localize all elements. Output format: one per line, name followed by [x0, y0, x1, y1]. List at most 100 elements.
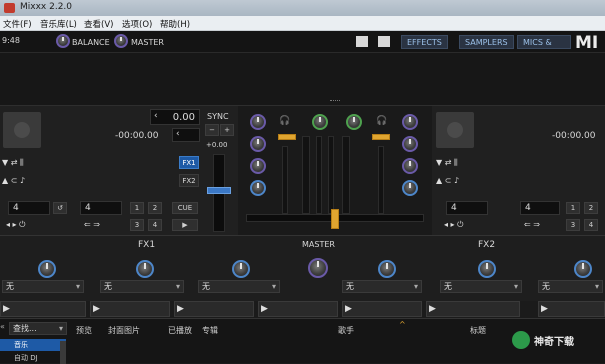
- hotcue-2-right[interactable]: 2: [584, 202, 598, 214]
- loop-size-left[interactable]: 4: [8, 201, 50, 215]
- mic-icon[interactable]: [356, 36, 368, 47]
- mics-aux-button[interactable]: MICS & AUX: [517, 35, 571, 49]
- volume-fader-ch2[interactable]: [342, 136, 350, 214]
- hotcue-2-left[interactable]: 2: [148, 202, 162, 214]
- fx2-unit-label: FX2: [478, 240, 496, 250]
- pitch-up[interactable]: +: [220, 124, 234, 136]
- crossfader[interactable]: [246, 209, 424, 229]
- library-scrollbar[interactable]: [60, 341, 66, 364]
- eq-mid-knob-ch1[interactable]: [250, 158, 266, 174]
- title-bar: Mixxx 2.2.0: [0, 0, 605, 16]
- fx1-slot2-select[interactable]: 无: [100, 280, 184, 293]
- app-icon: [4, 3, 15, 13]
- right-ctrl-row1[interactable]: ▼ ⇄ ⫼: [436, 158, 458, 168]
- hotcue-4-left[interactable]: 4: [148, 219, 162, 231]
- splitter-handle[interactable]: [330, 100, 340, 103]
- fx1-assign-left[interactable]: FX1: [179, 156, 199, 169]
- tree-item-music[interactable]: 音乐: [0, 339, 66, 351]
- fx2-slot2-knob[interactable]: [478, 260, 496, 278]
- sampler-2[interactable]: ▶: [90, 301, 170, 317]
- hotcue-1-right[interactable]: 1: [566, 202, 580, 214]
- menu-library[interactable]: 音乐库(L): [40, 18, 77, 30]
- cover-art-right: [436, 112, 474, 148]
- loop-controls-left[interactable]: ◂ ▸ ⏻: [6, 220, 25, 230]
- headphone-icon-ch2[interactable]: 🎧: [376, 116, 387, 126]
- fx1-slot1-knob[interactable]: [38, 260, 56, 278]
- pitch-fader-handle[interactable]: [207, 187, 231, 194]
- gain-knob-ch1[interactable]: [250, 114, 266, 130]
- col-album[interactable]: 专辑: [202, 325, 218, 336]
- headphone-icon-ch1[interactable]: 🎧: [279, 116, 290, 126]
- fx2-assign-left[interactable]: FX2: [179, 174, 199, 187]
- balance-knob[interactable]: [56, 34, 70, 48]
- sync-button[interactable]: SYNC: [207, 112, 229, 121]
- col-cover[interactable]: 封面图片: [108, 325, 140, 336]
- sampler-5[interactable]: ▶: [342, 301, 422, 317]
- fx1-slot2-knob[interactable]: [136, 260, 154, 278]
- effects-button[interactable]: EFFECTS: [401, 35, 448, 49]
- menu-view[interactable]: 查看(V): [84, 18, 113, 30]
- samplers-button[interactable]: SAMPLERS: [459, 35, 514, 49]
- volume-fader-ch1[interactable]: [302, 136, 310, 214]
- sampler-7[interactable]: ▶: [538, 301, 605, 317]
- filter-knob-ch2[interactable]: [346, 114, 362, 130]
- fx-mix-knob[interactable]: [308, 258, 328, 278]
- col-title[interactable]: 标题: [470, 325, 486, 336]
- vinyl-control-icon[interactable]: [378, 36, 390, 47]
- pitch-down[interactable]: −: [205, 124, 219, 136]
- cue-button-left[interactable]: CUE: [172, 202, 198, 214]
- hotcue-3-right[interactable]: 3: [566, 219, 580, 231]
- menu-options[interactable]: 选项(O): [122, 18, 152, 30]
- fx1-slot1-select[interactable]: 无: [2, 280, 84, 293]
- master-vu-r: [328, 136, 334, 214]
- library-arrow[interactable]: «: [0, 322, 8, 334]
- eq-low-knob-ch1[interactable]: [250, 180, 266, 196]
- hotcue-4-right[interactable]: 4: [584, 219, 598, 231]
- gain-knob-ch2[interactable]: [402, 114, 418, 130]
- reloop-left[interactable]: ↺: [53, 202, 67, 214]
- right-ctrl-row2[interactable]: ▲ ⊂ ♪: [436, 176, 459, 185]
- deck-right: -00:00.00 ▼ ⇄ ⫼ ▲ ⊂ ♪ 4 4 ◂ ▸ ⏻ ⇐ ⇒ 1 2 …: [432, 105, 605, 235]
- eq-high-knob-ch2[interactable]: [402, 136, 418, 152]
- menu-file[interactable]: 文件(F): [3, 18, 32, 30]
- fx2-slot1-knob[interactable]: [378, 260, 396, 278]
- play-button-left[interactable]: ▶: [172, 219, 198, 231]
- nudge-back[interactable]: ‹: [172, 128, 200, 142]
- fx1-slot3-select[interactable]: 无: [198, 280, 280, 293]
- hotcue-1-left[interactable]: 1: [130, 202, 144, 214]
- eq-low-knob-ch2[interactable]: [402, 180, 418, 196]
- col-artist[interactable]: 歌手: [338, 325, 354, 336]
- search-input[interactable]: 查找...: [9, 322, 67, 335]
- menu-help[interactable]: 帮助(H): [160, 18, 190, 30]
- sampler-4[interactable]: ▶: [258, 301, 338, 317]
- beatjump-controls-right[interactable]: ⇐ ⇒: [524, 220, 540, 229]
- loop-size-right[interactable]: 4: [446, 201, 488, 215]
- fx2-slot1-select[interactable]: 无: [342, 280, 422, 293]
- pitch-fader-left[interactable]: [207, 154, 231, 232]
- pfl-ch1[interactable]: [278, 134, 296, 140]
- sampler-1[interactable]: ▶: [0, 301, 86, 317]
- vu-meter-ch1: [282, 146, 288, 214]
- beatjump-size-left[interactable]: 4: [80, 201, 122, 215]
- loop-controls-right[interactable]: ◂ ▸ ⏻: [444, 220, 463, 230]
- eq-mid-knob-ch2[interactable]: [402, 158, 418, 174]
- eq-high-knob-ch1[interactable]: [250, 136, 266, 152]
- left-ctrl-row2[interactable]: ▲ ⊂ ♪: [2, 176, 25, 185]
- hotcue-3-left[interactable]: 3: [130, 219, 144, 231]
- pfl-ch2[interactable]: [372, 134, 390, 140]
- fx2-slot2-select[interactable]: 无: [440, 280, 522, 293]
- crossfader-handle[interactable]: [331, 209, 339, 229]
- master-gain-knob[interactable]: [114, 34, 128, 48]
- col-preview[interactable]: 预览: [76, 325, 92, 336]
- sampler-6[interactable]: ▶: [426, 301, 520, 317]
- fx1-slot3-knob[interactable]: [232, 260, 250, 278]
- col-played[interactable]: 已播放: [168, 325, 192, 336]
- beatjump-controls-left[interactable]: ⇐ ⇒: [84, 220, 100, 229]
- fx2-slot3-knob[interactable]: [574, 260, 592, 278]
- tree-item-autodj[interactable]: 自动 DJ: [0, 352, 66, 364]
- sampler-3[interactable]: ▶: [174, 301, 254, 317]
- fx2-slot3-select[interactable]: 无: [538, 280, 603, 293]
- filter-knob-ch1[interactable]: [312, 114, 328, 130]
- beatjump-size-right[interactable]: 4: [520, 201, 560, 215]
- left-ctrl-row1[interactable]: ▼ ⇄ ⫼: [2, 158, 24, 168]
